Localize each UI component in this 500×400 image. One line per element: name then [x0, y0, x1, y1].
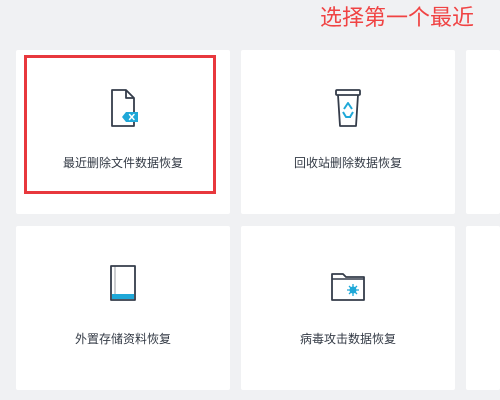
external-storage-icon	[103, 262, 143, 306]
card-partial-right-bottom	[466, 226, 500, 390]
deleted-file-icon	[103, 86, 143, 130]
card-recycle-bin-recovery[interactable]: 回收站删除数据恢复	[241, 50, 455, 214]
card-partial-right-top	[466, 50, 500, 214]
card-external-storage-recovery[interactable]: 外置存储资料恢复	[16, 226, 230, 390]
card-label: 病毒攻击数据恢复	[299, 332, 396, 346]
card-label: 最近删除文件数据恢复	[62, 156, 183, 170]
card-label: 外置存储资料恢复	[74, 332, 171, 346]
virus-folder-icon	[328, 262, 368, 306]
card-recent-deleted-file-recovery[interactable]: 最近删除文件数据恢复	[16, 50, 230, 214]
card-label: 回收站删除数据恢复	[293, 156, 402, 170]
annotation-text: 选择第一个最近	[320, 6, 475, 31]
card-virus-attack-recovery[interactable]: 病毒攻击数据恢复	[241, 226, 455, 390]
recycle-bin-icon	[328, 86, 368, 130]
